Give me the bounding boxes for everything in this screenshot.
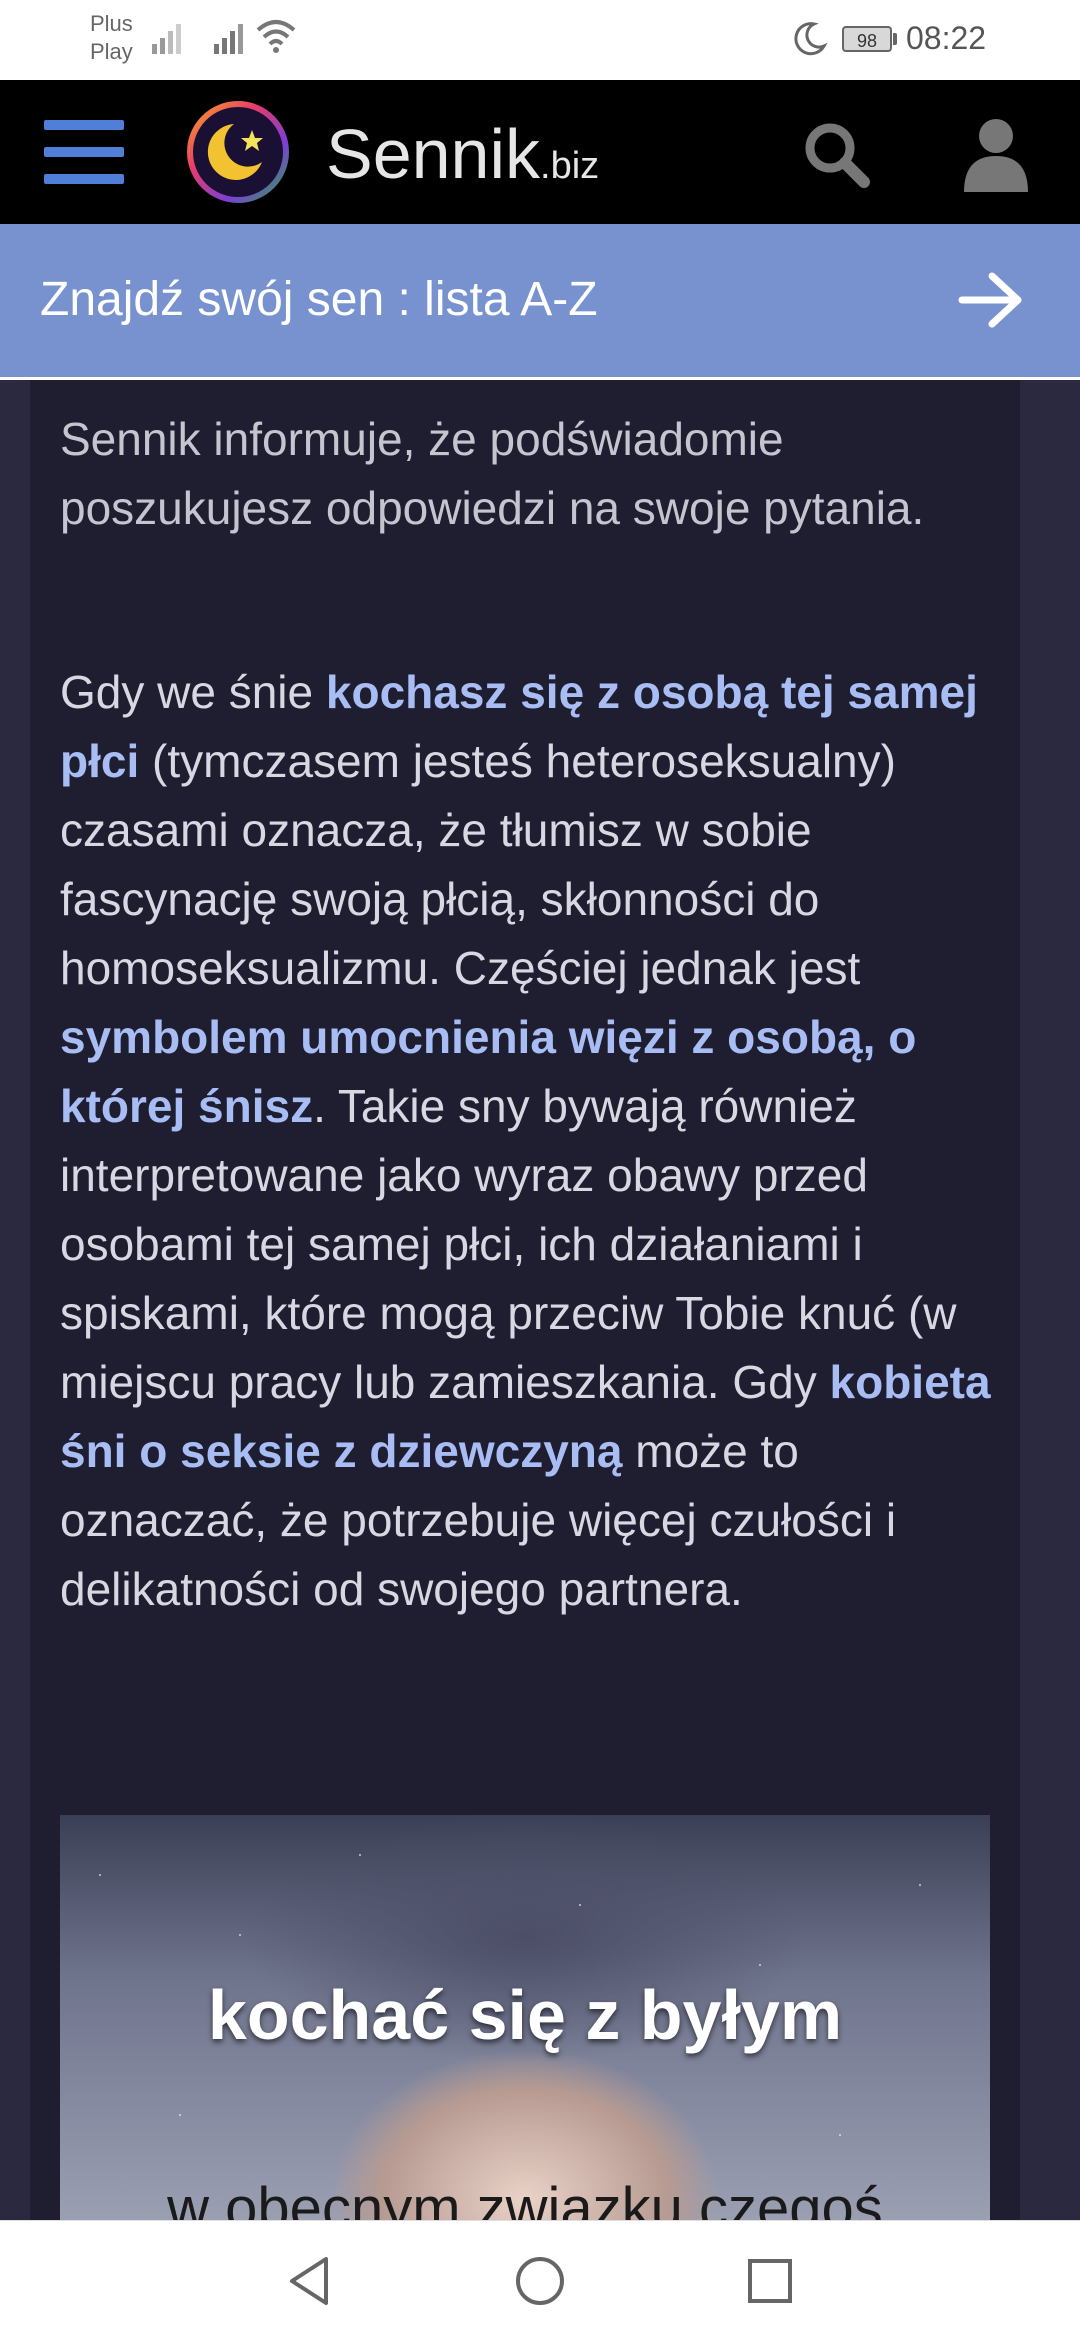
site-header: Sennik.biz	[0, 80, 1080, 224]
arrow-right-icon	[958, 272, 1022, 328]
battery-indicator: 98	[842, 26, 892, 52]
article-paragraph: Gdy we śnie kochasz się z osobą tej same…	[60, 666, 991, 1615]
navigation-bar	[0, 2220, 1080, 2341]
signal-icon	[152, 24, 181, 54]
signal-icon	[214, 24, 243, 54]
image-title: kochać się z byłym	[207, 1976, 843, 2054]
recent-apps-icon[interactable]	[740, 2251, 800, 2311]
wifi-icon	[256, 20, 296, 53]
logo-icon[interactable]	[186, 100, 290, 204]
search-icon[interactable]	[800, 118, 872, 190]
carrier-label: Plus Play	[90, 11, 133, 64]
moon-icon	[794, 22, 828, 56]
image-subtitle: w obecnym związku czegoś	[167, 2176, 883, 2220]
user-icon[interactable]	[960, 116, 1032, 192]
dream-list-banner[interactable]: Znajdź swój sen : lista A-Z	[0, 224, 1080, 380]
clock: 08:22	[906, 20, 987, 56]
home-icon[interactable]	[510, 2251, 570, 2311]
battery-tip	[893, 33, 897, 45]
dream-image[interactable]: kochać się z byłym w obecnym związku cze…	[60, 1815, 990, 2220]
banner-text: Znajdź swój sen : lista A-Z	[40, 273, 598, 326]
status-bar: Plus Play 98 08:22	[0, 0, 1080, 80]
article-paragraph: Sennik informuje, że podświadomie poszuk…	[60, 413, 925, 534]
hamburger-menu-icon[interactable]	[44, 120, 124, 184]
brand-name[interactable]: Sennik.biz	[326, 114, 599, 194]
back-icon[interactable]	[280, 2251, 340, 2311]
